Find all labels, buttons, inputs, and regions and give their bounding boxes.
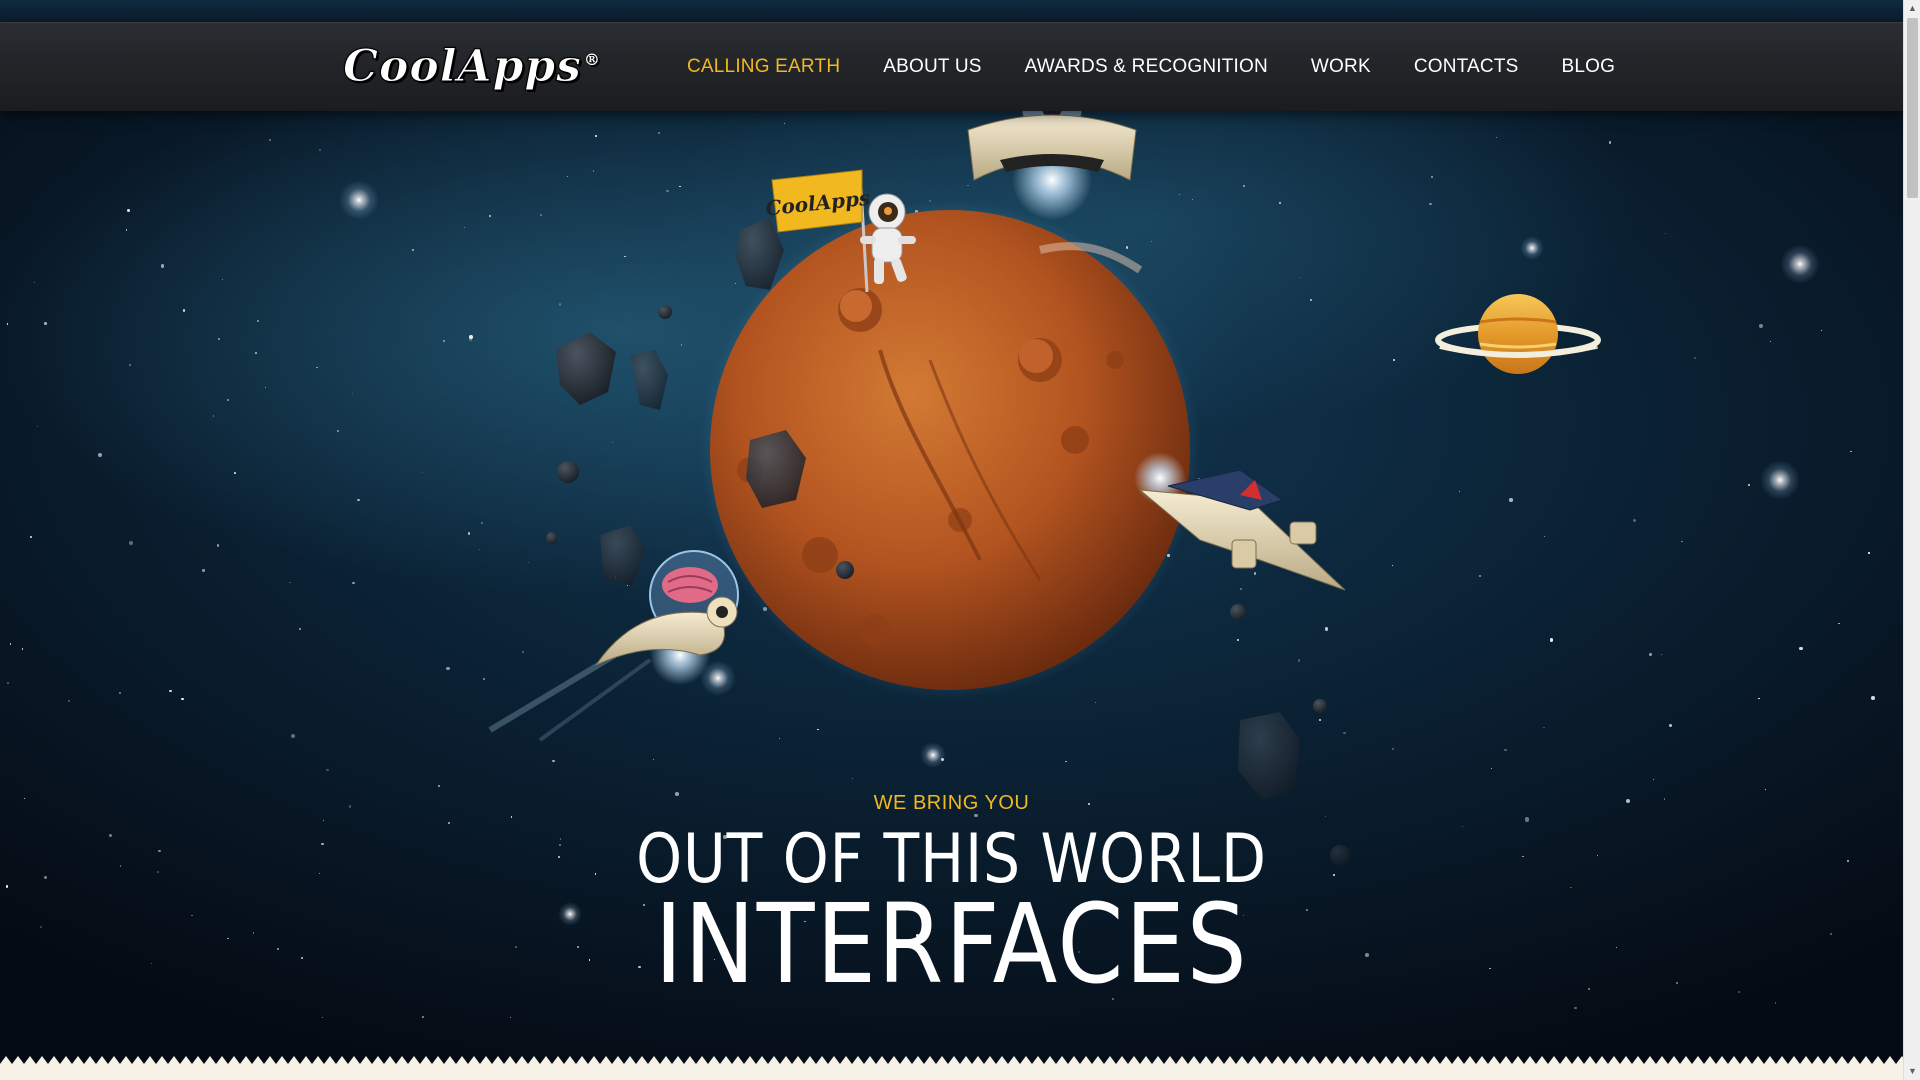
- saturn-planet: [1435, 294, 1601, 374]
- main-nav: CALLING EARTH ABOUT US AWARDS & RECOGNIT…: [687, 23, 1658, 111]
- nav-item-contacts[interactable]: CONTACTS: [1414, 56, 1519, 78]
- scroll-thumb[interactable]: [1907, 18, 1918, 198]
- registered-mark: ®: [583, 50, 601, 70]
- hero-subheadline: INTERFACES: [654, 880, 1249, 1008]
- scroll-up-icon[interactable]: ▲: [1904, 0, 1920, 17]
- scrollbar[interactable]: ▲ ▼: [1903, 0, 1920, 1080]
- top-nav-bar: CoolApps ® CALLING EARTH ABOUT US AWARDS …: [0, 22, 1903, 111]
- scroll-down-icon[interactable]: ▼: [1904, 1063, 1920, 1080]
- hero-eyebrow: WE BRING YOU: [873, 792, 1030, 814]
- zigzag-divider: [0, 1056, 1903, 1080]
- nav-item-about-us[interactable]: ABOUT US: [883, 56, 981, 78]
- brand-logo[interactable]: CoolApps ®: [343, 41, 601, 93]
- nav-item-work[interactable]: WORK: [1311, 56, 1371, 78]
- nav-item-awards[interactable]: AWARDS & RECOGNITION: [1025, 56, 1268, 78]
- nav-item-blog[interactable]: BLOG: [1562, 56, 1616, 78]
- logo-text: CoolApps: [343, 41, 582, 93]
- hero-section: CoolApps CoolApps ® CALLING EARTH ABOUT …: [0, 0, 1903, 1080]
- nav-item-calling-earth[interactable]: CALLING EARTH: [687, 56, 840, 78]
